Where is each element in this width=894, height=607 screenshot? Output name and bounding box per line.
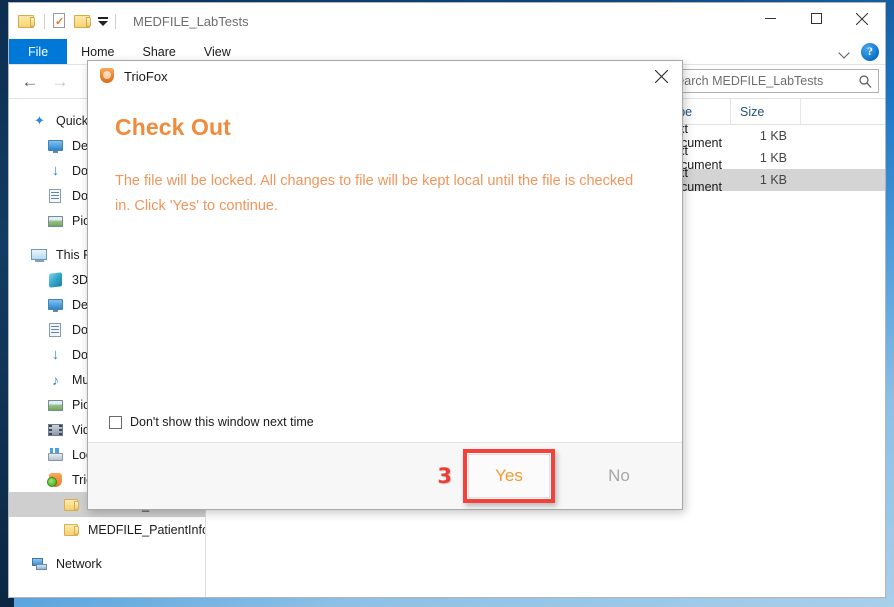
tab-file[interactable]: File (9, 39, 68, 64)
monitor-icon (47, 138, 64, 154)
checkout-dialog: TrioFox Check Out The file will be locke… (87, 60, 683, 510)
star-icon: ✦ (34, 112, 45, 128)
search-box[interactable] (661, 69, 879, 93)
new-folder-icon[interactable] (74, 13, 93, 29)
network-icon (31, 556, 48, 572)
download-arrow-icon: ↓ (51, 345, 60, 363)
document-icon (47, 322, 64, 338)
dialog-footer: 3 Yes No (88, 442, 682, 509)
help-icon[interactable]: ? (861, 42, 879, 61)
cube-3d-icon (47, 272, 64, 288)
ribbon-right-controls: ? (839, 39, 879, 64)
close-icon[interactable] (646, 64, 676, 90)
toolbar-divider (44, 13, 45, 29)
folder-icon (63, 522, 80, 538)
window-titlebar: ✓ MEDFILE_LabTests (9, 3, 885, 39)
picture-icon (47, 213, 64, 229)
window-title: MEDFILE_LabTests (133, 13, 249, 29)
sidebar-item-network[interactable]: Network (9, 551, 205, 576)
document-icon (47, 188, 64, 204)
maximize-icon[interactable] (793, 3, 839, 34)
disk-drive-icon (47, 447, 64, 463)
sidebar-divider-2 (9, 542, 205, 551)
step-number-annotation: 3 (437, 464, 452, 488)
quick-access-toolbar: ✓ (9, 12, 123, 30)
chevron-down-icon[interactable] (98, 20, 108, 26)
no-button[interactable]: No (590, 454, 648, 498)
window-controls (747, 3, 885, 39)
yes-button[interactable]: Yes (468, 454, 550, 498)
dont-show-again-label: Don't show this window next time (130, 415, 314, 429)
triofox-shield-icon (99, 68, 115, 85)
sidebar-item-medfile-patientinfo[interactable]: MEDFILE_PatientInfo (9, 517, 205, 542)
file-size-cell: 1 KB (759, 151, 787, 165)
video-icon (47, 422, 64, 438)
dialog-heading: Check Out (115, 114, 231, 140)
music-note-icon: ♪ (52, 371, 59, 388)
search-icon[interactable] (852, 74, 878, 88)
file-size-cell: 1 KB (759, 129, 787, 143)
folder-icon (63, 497, 80, 513)
dialog-message: The file will be locked. All changes to … (115, 173, 634, 214)
file-size-cell: 1 KB (759, 173, 787, 187)
confirm-button-wrapper: Yes (463, 449, 555, 503)
triofox-shield-icon (47, 472, 64, 488)
folder-icon[interactable] (18, 13, 37, 29)
sidebar-item-label: MEDFILE_PatientInfo (88, 522, 205, 537)
search-input[interactable] (662, 73, 852, 89)
arrow-left-icon[interactable]: ← (15, 69, 45, 95)
toolbar-divider-2 (115, 13, 116, 29)
chevron-down-icon[interactable] (839, 46, 851, 58)
dialog-titlebar: TrioFox (88, 61, 682, 92)
checkmark-glyph: ✓ (55, 15, 65, 28)
dialog-content: Check Out The file will be locked. All c… (88, 92, 682, 415)
dont-show-again-checkbox[interactable] (109, 415, 122, 429)
arrow-right-icon[interactable]: → (45, 69, 75, 95)
column-header-size[interactable]: Size (731, 99, 801, 124)
download-arrow-icon: ↓ (51, 161, 60, 179)
close-icon[interactable] (839, 3, 885, 34)
pc-icon (31, 247, 48, 263)
dont-show-again-row[interactable]: Don't show this window next time (88, 415, 682, 442)
picture-icon (47, 397, 64, 413)
properties-checklist-icon[interactable]: ✓ (52, 12, 67, 30)
dialog-title: TrioFox (124, 69, 168, 84)
caret-bar (98, 16, 108, 19)
minimize-icon[interactable] (747, 3, 793, 34)
file-explorer-window: ✓ MEDFILE_LabTests File Home Share View … (8, 2, 886, 598)
monitor-icon (47, 297, 64, 313)
sidebar-item-label: Network (56, 556, 102, 571)
